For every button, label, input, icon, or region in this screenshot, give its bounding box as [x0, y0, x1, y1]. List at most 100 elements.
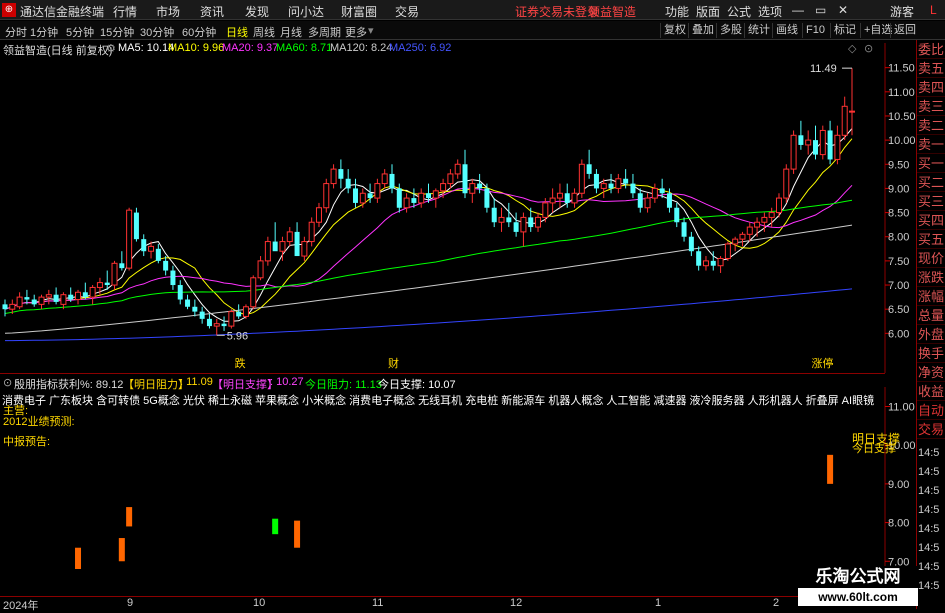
- minimize-icon[interactable]: —: [792, 3, 804, 17]
- indicator-chart[interactable]: 11.0010.009.008.007.00明日支撑今日支撑: [0, 387, 916, 597]
- menu-item-trade[interactable]: 交易: [395, 3, 419, 20]
- time-label: 14:5: [918, 485, 940, 497]
- indicator-gear-icon[interactable]: ⊙: [3, 376, 12, 389]
- candle-body: [221, 323, 227, 327]
- concept-tags: 消费电子 广东板块 含可转债 5G概念 光伏 稀土永磁 苹果概念 小米概念 消费…: [2, 395, 875, 407]
- candle-body: [396, 188, 402, 208]
- more-dropdown[interactable]: 更多: [345, 24, 367, 40]
- chevron-down-icon[interactable]: ▾: [368, 24, 374, 37]
- price-label: 6.50: [888, 304, 909, 316]
- candle-body: [250, 277, 257, 308]
- candle-body: [674, 207, 680, 223]
- toolbar-right-item[interactable]: 返回: [890, 23, 919, 38]
- side-tab[interactable]: 收益: [917, 382, 945, 401]
- candle-body: [257, 260, 264, 279]
- side-tab[interactable]: 外盘: [917, 325, 945, 344]
- menu-item-discover[interactable]: 发现: [245, 3, 269, 20]
- toolbar-right-item[interactable]: 统计: [744, 23, 773, 38]
- side-tab[interactable]: 现价: [917, 249, 945, 268]
- toolbar-right-item[interactable]: F10: [802, 23, 828, 38]
- side-tab[interactable]: 自动: [917, 401, 945, 420]
- candle-body: [199, 311, 205, 319]
- time-label: 14:5: [918, 447, 940, 459]
- candle-body: [323, 183, 330, 209]
- sub-axis-label: 8.00: [888, 518, 909, 530]
- side-tab[interactable]: 买四: [917, 211, 945, 230]
- toolbar-right-item[interactable]: 叠加: [688, 23, 717, 38]
- menu-item-news[interactable]: 资讯: [200, 3, 224, 20]
- period-tab[interactable]: 5分钟: [66, 24, 94, 40]
- candle-body: [192, 306, 198, 312]
- guest-label[interactable]: 游客: [890, 3, 914, 20]
- resist-value: : 11.09: [180, 376, 213, 388]
- time-label: 14:5: [918, 561, 940, 573]
- app-title: 通达信金融终端: [20, 5, 105, 19]
- period-tab[interactable]: 多周期: [308, 24, 341, 40]
- period-tab[interactable]: 1分钟: [30, 24, 58, 40]
- side-tab[interactable]: 卖四: [917, 78, 945, 97]
- candle-body: [746, 226, 753, 235]
- menu-item-options[interactable]: 选项: [758, 3, 782, 20]
- toolbar-right-item[interactable]: 标记: [830, 23, 859, 38]
- side-tab[interactable]: 委比: [917, 40, 945, 59]
- side-tab[interactable]: 涨幅: [917, 287, 945, 306]
- candle-body: [630, 183, 636, 194]
- candle-body: [367, 193, 373, 199]
- profit-ratio: 获利%: 89.12: [58, 379, 124, 391]
- period-tab[interactable]: 30分钟: [140, 24, 174, 40]
- candle-body: [623, 178, 629, 184]
- period-tab[interactable]: 分时: [5, 24, 27, 40]
- side-tab[interactable]: 买二: [917, 173, 945, 192]
- candlestick-chart[interactable]: 11.50 11.00 10.50 10.00 9.50 9.00 8.50 8.00 7.50…: [0, 43, 916, 373]
- candle-body: [170, 270, 176, 286]
- menu-item-wealth[interactable]: 财富圈: [341, 3, 377, 20]
- side-tab[interactable]: 卖一: [917, 135, 945, 154]
- menu-item-quotes[interactable]: 行情: [113, 3, 137, 20]
- period-tab[interactable]: 周线: [253, 24, 275, 40]
- indicator-name[interactable]: 殷朋指标: [14, 376, 58, 392]
- side-tab[interactable]: 涨跌: [917, 268, 945, 287]
- menu-item-market[interactable]: 市场: [156, 3, 180, 20]
- time-label: 14:5: [918, 466, 940, 478]
- today-resist: 今日阻力: 11.13: [305, 379, 382, 391]
- login-status[interactable]: 证券交易未登录: [515, 3, 599, 20]
- toolbar-right-item[interactable]: 画线: [772, 23, 801, 38]
- candle-body: [724, 243, 731, 259]
- menu-item-ask[interactable]: 问小达: [288, 3, 324, 20]
- candle-body: [681, 222, 687, 237]
- side-tab[interactable]: 买一: [917, 154, 945, 173]
- candle-body: [2, 304, 8, 310]
- close-icon[interactable]: ✕: [838, 3, 848, 17]
- stock-tag: 领益智造: [588, 5, 637, 19]
- event-marker: 跌: [235, 356, 246, 370]
- menu-item-function[interactable]: 功能: [665, 3, 689, 20]
- side-tab[interactable]: 换手: [917, 344, 945, 363]
- menu-item-formula[interactable]: 公式: [727, 3, 751, 20]
- side-tab[interactable]: 卖二: [917, 116, 945, 135]
- toolbar-right-item[interactable]: 复权: [660, 23, 689, 38]
- period-tab[interactable]: 60分钟: [182, 24, 216, 40]
- side-tab[interactable]: 交易: [917, 420, 945, 439]
- side-tab[interactable]: 买三: [917, 192, 945, 211]
- price-label: 10.50: [888, 111, 916, 123]
- candle-body: [213, 323, 220, 327]
- price-label: 8.50: [888, 208, 909, 220]
- side-tab[interactable]: 买五: [917, 230, 945, 249]
- candle-body: [31, 299, 37, 305]
- side-tab[interactable]: 净资: [917, 363, 945, 382]
- candle-body: [381, 173, 388, 185]
- toolbar-right-item[interactable]: 多股: [716, 23, 745, 38]
- side-tab[interactable]: 卖五: [917, 59, 945, 78]
- app-logo-icon: ⊕: [2, 3, 16, 17]
- menu-item-layout[interactable]: 版面: [696, 3, 720, 20]
- restore-icon[interactable]: ▭: [815, 3, 826, 17]
- indicator-bar: [827, 454, 834, 484]
- side-tab[interactable]: 总量: [917, 306, 945, 325]
- side-tab[interactable]: 卖三: [917, 97, 945, 116]
- candle-body: [359, 192, 366, 204]
- period-tab[interactable]: 15分钟: [100, 24, 134, 40]
- period-tab[interactable]: 月线: [280, 24, 302, 40]
- indicator-bar: [118, 538, 125, 562]
- watermark-title: 乐淘公式网: [798, 566, 918, 588]
- period-tab-active[interactable]: 日线: [226, 24, 248, 40]
